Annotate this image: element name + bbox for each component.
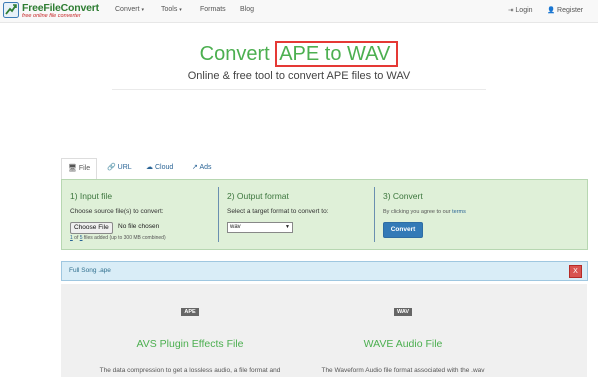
files-max: 5 <box>79 235 83 241</box>
register-label: Register <box>557 7 584 14</box>
top-navbar: FreeFileConvert free online file convert… <box>0 0 598 23</box>
output-format-select[interactable]: wav ▼ <box>227 222 293 233</box>
nav-tools-label: Tools <box>161 6 178 13</box>
link-icon: 🔗 <box>107 164 116 171</box>
tab-ads-label: Ads <box>199 164 212 171</box>
output-step-title: 2) Output format <box>227 191 289 201</box>
title-prefix: Convert <box>199 43 270 65</box>
page-subtitle: Online & free tool to convert APE files … <box>187 70 411 82</box>
caret-down-icon: ▾ <box>141 7 144 13</box>
login-link[interactable]: ⇥ Login <box>508 6 533 14</box>
nav-tools-menu[interactable]: Tools ▾ <box>161 6 182 13</box>
input-step-title: 1) Input file <box>70 191 113 201</box>
choose-file-button[interactable]: Choose File <box>70 222 113 234</box>
title-highlight-box: APE to WAV <box>275 41 399 67</box>
tab-cloud[interactable]: ☁ Cloud <box>146 158 173 178</box>
nav-blog-link[interactable]: Blog <box>240 6 254 13</box>
files-of: of <box>74 235 79 241</box>
selected-format: wav <box>230 224 241 230</box>
divider <box>112 89 486 90</box>
files-count: 1 <box>70 235 73 241</box>
logo-mark-icon <box>3 2 19 18</box>
terms-note: By clicking you agree to our terms <box>383 209 466 215</box>
tab-file[interactable]: 🖥 File <box>61 158 98 180</box>
terms-link[interactable]: terms <box>452 209 466 215</box>
chevron-down-icon: ▼ <box>285 224 290 230</box>
selected-file-name: Full Song .ape <box>69 267 111 274</box>
nav-convert-menu[interactable]: Convert ▾ <box>115 6 144 13</box>
wav-format-desc: The Waveform Audio file format associate… <box>321 367 485 374</box>
nav-convert-label: Convert <box>115 6 140 13</box>
convert-button[interactable]: Convert <box>383 222 423 238</box>
format-info-section: APE AVS Plugin Effects File The data com… <box>61 284 587 377</box>
tab-file-label: File <box>78 165 91 172</box>
conversion-panel: 1) Input file Choose source file(s) to c… <box>61 179 588 250</box>
logo-tagline: free online file converter <box>22 13 81 19</box>
ape-file-icon: APE <box>181 308 199 316</box>
login-label: Login <box>515 7 533 14</box>
nav-formats-link[interactable]: Formats <box>200 6 226 13</box>
source-tabs: 🖥 File 🔗 URL ☁ Cloud ↗ Ads <box>61 158 587 180</box>
files-suffix: files added (up to 300 MB combined) <box>83 235 166 241</box>
remove-file-button[interactable]: X <box>569 265 582 278</box>
wav-format-title: WAVE Audio File <box>363 338 443 350</box>
files-added-note: 1 of 5 files added (up to 300 MB combine… <box>70 235 166 241</box>
page-title: Convert APE to WAV <box>0 41 598 67</box>
ape-format-title: AVS Plugin Effects File <box>136 338 244 350</box>
convert-step: 3) Convert By clicking you agree to our … <box>375 180 587 249</box>
tab-url-label: URL <box>117 164 132 171</box>
cloud-icon: ☁ <box>146 164 153 171</box>
selected-file-row: Full Song .ape X <box>61 261 588 281</box>
wav-file-icon: WAV <box>394 308 412 316</box>
convert-step-title: 3) Convert <box>383 191 423 201</box>
external-link-icon: ↗ <box>192 164 198 171</box>
output-step: 2) Output format Select a target format … <box>219 180 374 249</box>
login-icon: ⇥ <box>508 7 514 14</box>
caret-down-icon: ▾ <box>179 7 182 13</box>
tab-url[interactable]: 🔗 URL <box>107 158 132 178</box>
tab-ads[interactable]: ↗ Ads <box>192 158 212 178</box>
input-step-desc: Choose source file(s) to convert: <box>70 208 164 215</box>
input-step: 1) Input file Choose source file(s) to c… <box>62 180 218 249</box>
no-file-text: No file chosen <box>118 223 160 230</box>
user-icon: 👤 <box>547 7 556 14</box>
output-step-desc: Select a target format to convert to: <box>227 208 329 215</box>
site-logo[interactable]: FreeFileConvert free online file convert… <box>3 2 131 20</box>
terms-prefix: By clicking you agree to our <box>383 209 451 215</box>
ape-format-desc: The data compression to get a lossless a… <box>99 367 281 374</box>
register-link[interactable]: 👤 Register <box>547 6 583 14</box>
tab-cloud-label: Cloud <box>154 164 174 171</box>
monitor-icon: 🖥 <box>68 165 77 172</box>
